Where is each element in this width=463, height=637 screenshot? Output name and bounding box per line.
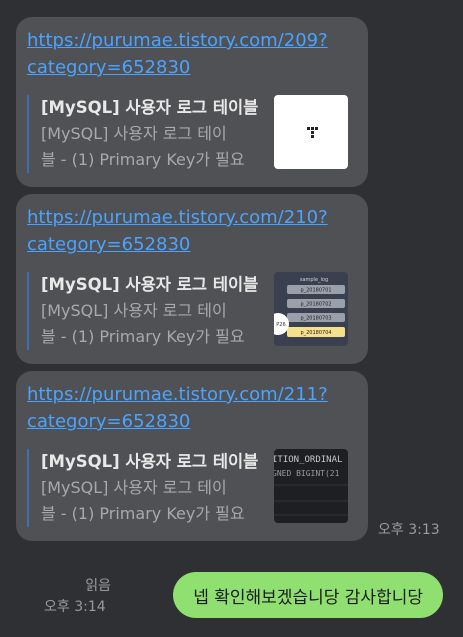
link-preview-card[interactable]: [MySQL] 사용자 로그 테이블 [MySQL] 사용자 로그 테이 블 -…	[27, 272, 356, 350]
link-text-line1: https://purumae.tistory.com/211?	[27, 384, 328, 405]
preview-description-line1: [MySQL] 사용자 로그 테이	[41, 301, 227, 320]
link-message-2: https://purumae.tistory.com/210? categor…	[16, 194, 368, 364]
diagram-label: p_20180702	[300, 302, 331, 308]
sent-timestamp: 오후 3:14	[44, 599, 106, 615]
link-text-line2: category=652830	[27, 57, 191, 78]
link-text-line2: category=652830	[27, 411, 191, 432]
preview-text-block: [MySQL] 사용자 로그 테이블 [MySQL] 사용자 로그 테이 블 -…	[41, 449, 259, 527]
diagram-label: p_20180703	[300, 316, 331, 322]
link-message-3: https://purumae.tistory.com/211? categor…	[16, 371, 368, 541]
preview-description-line2: 블 - (1) Primary Key가 필요	[41, 504, 245, 523]
preview-description-line2: 블 - (1) Primary Key가 필요	[41, 327, 245, 346]
link-preview-card[interactable]: [MySQL] 사용자 로그 테이블 [MySQL] 사용자 로그 테이 블 -…	[27, 95, 356, 173]
message-link-1[interactable]: https://purumae.tistory.com/209? categor…	[27, 27, 356, 81]
preview-thumbnail: sample_log p_20180701 p_20180702 p_20180…	[274, 272, 348, 346]
code-screenshot-image: ITION_ORDINAL GNED BIGINT(21	[274, 455, 348, 516]
preview-text-block: [MySQL] 사용자 로그 테이블 [MySQL] 사용자 로그 테이 블 -…	[41, 95, 259, 173]
code-text: GNED BIGINT(21	[274, 469, 340, 478]
diagram-label: p_20180704	[300, 330, 331, 336]
preview-title: [MySQL] 사용자 로그 테이블	[41, 275, 259, 294]
message-link-3[interactable]: https://purumae.tistory.com/211? categor…	[27, 381, 356, 435]
preview-title: [MySQL] 사용자 로그 테이블	[41, 452, 259, 471]
link-text-line1: https://purumae.tistory.com/209?	[27, 30, 328, 51]
preview-thumbnail: ITION_ORDINAL GNED BIGINT(21	[274, 449, 348, 523]
link-preview-card[interactable]: [MySQL] 사용자 로그 테이블 [MySQL] 사용자 로그 테이 블 -…	[27, 449, 356, 527]
preview-description-line2: 블 - (1) Primary Key가 필요	[41, 150, 245, 169]
partition-diagram-image: sample_log p_20180701 p_20180702 p_20180…	[274, 277, 345, 337]
code-text: ITION_ORDINAL	[274, 455, 342, 465]
blog-logo-icon	[307, 127, 318, 138]
diagram-label: P26	[276, 322, 285, 328]
link-text-line1: https://purumae.tistory.com/210?	[27, 207, 328, 228]
preview-description-line1: [MySQL] 사용자 로그 테이	[41, 478, 227, 497]
preview-description-line1: [MySQL] 사용자 로그 테이	[41, 124, 227, 143]
preview-text-block: [MySQL] 사용자 로그 테이블 [MySQL] 사용자 로그 테이 블 -…	[41, 272, 259, 350]
received-timestamp: 오후 3:13	[378, 522, 440, 538]
diagram-label: sample_log	[300, 277, 328, 283]
chat-window: https://purumae.tistory.com/209? categor…	[0, 0, 463, 637]
preview-thumbnail	[274, 95, 348, 169]
message-link-2[interactable]: https://purumae.tistory.com/210? categor…	[27, 204, 356, 258]
sent-message-bubble[interactable]: 넵 확인해보겠습니당 감사합니당	[173, 572, 443, 618]
diagram-label: p_20180701	[300, 288, 331, 294]
sent-message-text: 넵 확인해보겠습니당 감사합니당	[193, 587, 423, 608]
link-text-line2: category=652830	[27, 234, 191, 255]
read-receipt: 읽음	[85, 578, 111, 594]
preview-title: [MySQL] 사용자 로그 테이블	[41, 98, 259, 117]
link-message-1: https://purumae.tistory.com/209? categor…	[16, 17, 368, 187]
